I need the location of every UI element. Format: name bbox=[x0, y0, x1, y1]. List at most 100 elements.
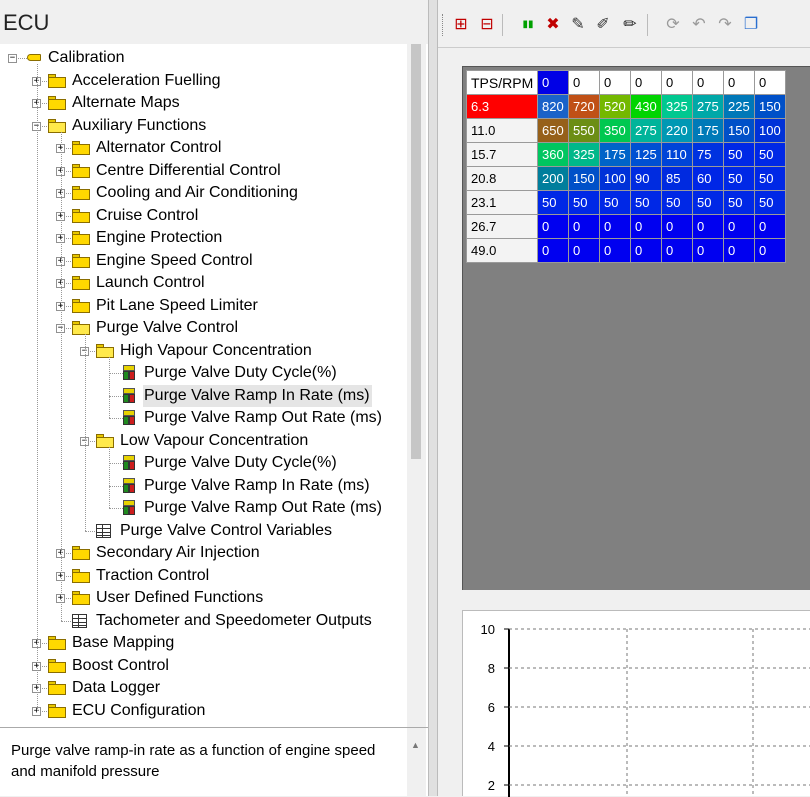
redo-icon[interactable]: ↷ bbox=[715, 14, 735, 36]
edit-values-icon[interactable]: ✐ bbox=[593, 14, 613, 36]
tps-axis-cell[interactable]: 6.3 bbox=[466, 94, 538, 119]
map-value-cell[interactable]: 50 bbox=[723, 166, 755, 191]
map-value-cell[interactable]: 125 bbox=[630, 142, 662, 167]
map-value-cell[interactable]: 225 bbox=[723, 94, 755, 119]
map-value-cell[interactable]: 0 bbox=[599, 214, 631, 239]
map-value-cell[interactable]: 275 bbox=[630, 118, 662, 143]
toolbar-grip[interactable] bbox=[442, 14, 445, 36]
calibration-tree[interactable]: − Calibration + Acceleration Fuelling + Alter… bbox=[0, 44, 428, 727]
map-value-cell[interactable]: 325 bbox=[568, 142, 600, 167]
map-value-cell[interactable]: 0 bbox=[723, 214, 755, 239]
rpm-axis-cell[interactable]: 0 bbox=[568, 70, 600, 95]
map-value-cell[interactable]: 650 bbox=[537, 118, 569, 143]
tps-axis-cell[interactable]: 23.1 bbox=[466, 190, 538, 215]
map-value-cell[interactable]: 0 bbox=[630, 238, 662, 263]
map-table[interactable]: TPS/RPM 0 0 0 0 0 0 0 0 6.3 820 720 520 430 325 275 225 1… bbox=[466, 70, 786, 263]
map-value-cell[interactable]: 200 bbox=[537, 166, 569, 191]
pane-splitter[interactable] bbox=[428, 0, 438, 796]
map-value-cell[interactable]: 50 bbox=[754, 142, 786, 167]
map-value-cell[interactable]: 0 bbox=[692, 238, 724, 263]
map-value-cell[interactable]: 0 bbox=[568, 238, 600, 263]
map-value-cell[interactable]: 50 bbox=[723, 190, 755, 215]
map-value-cell[interactable]: 0 bbox=[723, 238, 755, 263]
map-value-cell[interactable]: 350 bbox=[599, 118, 631, 143]
map-value-cell[interactable]: 0 bbox=[537, 214, 569, 239]
edit-axis-icon[interactable]: ✎ bbox=[568, 14, 588, 36]
tps-axis-cell[interactable]: 26.7 bbox=[466, 214, 538, 239]
map-value-cell[interactable]: 360 bbox=[537, 142, 569, 167]
map-value-cell[interactable]: 50 bbox=[568, 190, 600, 215]
refresh-icon[interactable]: ⟳ bbox=[663, 14, 683, 36]
map-value-cell[interactable]: 0 bbox=[630, 214, 662, 239]
map-value-cell[interactable]: 175 bbox=[599, 142, 631, 167]
map-value-cell[interactable]: 50 bbox=[692, 190, 724, 215]
map-value-cell[interactable]: 150 bbox=[754, 94, 786, 119]
map-value-cell[interactable]: 0 bbox=[754, 238, 786, 263]
map-value-cell[interactable]: 50 bbox=[754, 190, 786, 215]
tree-item[interactable]: + Base Mapping bbox=[0, 632, 405, 654]
map-value-cell[interactable]: 275 bbox=[692, 94, 724, 119]
insert-column-icon[interactable]: ▮▮ bbox=[518, 14, 538, 36]
tree-scrollbar[interactable] bbox=[407, 44, 426, 727]
description-scrollbar[interactable]: ▲ bbox=[407, 728, 426, 797]
tree-scrollbar-thumb[interactable] bbox=[411, 44, 421, 459]
rpm-axis-cell[interactable]: 0 bbox=[537, 70, 569, 95]
map-value-cell[interactable]: 150 bbox=[568, 166, 600, 191]
map-value-cell[interactable]: 150 bbox=[723, 118, 755, 143]
map-value-cell[interactable]: 100 bbox=[599, 166, 631, 191]
map-value-cell[interactable]: 550 bbox=[568, 118, 600, 143]
map-value-cell[interactable]: 75 bbox=[692, 142, 724, 167]
map-value-cell[interactable]: 50 bbox=[661, 190, 693, 215]
map-value-cell[interactable]: 90 bbox=[630, 166, 662, 191]
map-value-cell[interactable]: 50 bbox=[599, 190, 631, 215]
map-value-cell[interactable]: 110 bbox=[661, 142, 693, 167]
tree-item[interactable]: + Data Logger bbox=[0, 677, 405, 699]
tps-axis-cell[interactable]: 11.0 bbox=[466, 118, 538, 143]
map-value-cell[interactable]: 0 bbox=[568, 214, 600, 239]
map-value-cell[interactable]: 520 bbox=[599, 94, 631, 119]
delete-column-icon[interactable]: ✖ bbox=[543, 14, 563, 36]
tree-item[interactable]: + Alternate Maps bbox=[0, 92, 405, 114]
folder-icon bbox=[48, 658, 66, 673]
map-value-cell[interactable]: 100 bbox=[754, 118, 786, 143]
delete-row-icon[interactable]: ⊟ bbox=[477, 14, 497, 36]
map-value-cell[interactable]: 85 bbox=[661, 166, 693, 191]
tree-item[interactable]: − Calibration bbox=[0, 47, 405, 69]
tree-item[interactable]: + Acceleration Fuelling bbox=[0, 70, 405, 92]
rpm-axis-cell[interactable]: 0 bbox=[723, 70, 755, 95]
map-value-cell[interactable]: 220 bbox=[661, 118, 693, 143]
map-value-cell[interactable]: 50 bbox=[630, 190, 662, 215]
map-value-cell[interactable]: 430 bbox=[630, 94, 662, 119]
rpm-axis-cell[interactable]: 0 bbox=[692, 70, 724, 95]
map-value-cell[interactable]: 325 bbox=[661, 94, 693, 119]
rpm-axis-cell[interactable]: 0 bbox=[599, 70, 631, 95]
map-value-cell[interactable]: 0 bbox=[661, 214, 693, 239]
map-value-cell[interactable]: 0 bbox=[692, 214, 724, 239]
map-value-cell[interactable]: 0 bbox=[599, 238, 631, 263]
map-value-cell[interactable]: 820 bbox=[537, 94, 569, 119]
map-value-cell[interactable]: 0 bbox=[661, 238, 693, 263]
map-value-cell[interactable]: 50 bbox=[537, 190, 569, 215]
tree-item[interactable]: + Boost Control bbox=[0, 655, 405, 677]
tps-axis-cell[interactable]: 15.7 bbox=[466, 142, 538, 167]
map-value-cell[interactable]: 50 bbox=[723, 142, 755, 167]
rpm-axis-cell[interactable]: 0 bbox=[754, 70, 786, 95]
map-value-cell[interactable]: 50 bbox=[754, 166, 786, 191]
map-value-cell[interactable]: 0 bbox=[537, 238, 569, 263]
collapse-toggle-icon[interactable]: − bbox=[8, 54, 17, 63]
map-value-cell[interactable]: 175 bbox=[692, 118, 724, 143]
rpm-axis-cell[interactable]: 0 bbox=[661, 70, 693, 95]
rpm-axis-cell[interactable]: 0 bbox=[630, 70, 662, 95]
y-tick-label: 6 bbox=[488, 700, 495, 715]
undo-icon[interactable]: ↶ bbox=[689, 14, 709, 36]
scroll-up-arrow-icon[interactable]: ▲ bbox=[411, 740, 420, 750]
pencil-icon[interactable]: ✏ bbox=[620, 14, 640, 36]
map-value-cell[interactable]: 0 bbox=[754, 214, 786, 239]
tps-axis-cell[interactable]: 20.8 bbox=[466, 166, 538, 191]
map-value-cell[interactable]: 60 bbox=[692, 166, 724, 191]
tps-axis-cell[interactable]: 49.0 bbox=[466, 238, 538, 263]
map-value-cell[interactable]: 720 bbox=[568, 94, 600, 119]
insert-row-icon[interactable]: ⊞ bbox=[451, 14, 471, 36]
copy-icon[interactable]: ❐ bbox=[741, 14, 761, 36]
tree-item[interactable]: + ECU Configuration bbox=[0, 700, 405, 722]
